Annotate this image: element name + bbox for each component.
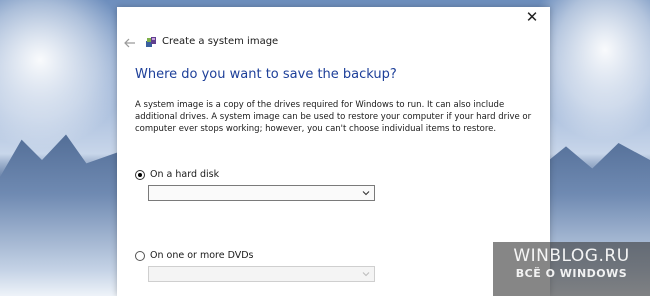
- page-heading: Where do you want to save the backup?: [135, 67, 397, 82]
- mountain-left: [0, 134, 120, 296]
- back-button[interactable]: [123, 35, 137, 49]
- description-text: A system image is a copy of the drives r…: [135, 100, 532, 134]
- arrow-left-icon: [124, 38, 135, 48]
- dvds-radio[interactable]: [135, 250, 145, 261]
- dvds-label: On one or more DVDs: [150, 250, 254, 261]
- system-image-window: ✕ Create a system image Where do you wan…: [117, 7, 550, 296]
- close-button[interactable]: ✕: [524, 9, 540, 25]
- hard-disk-label: On a hard disk: [150, 169, 220, 180]
- cloud-left: [0, 0, 130, 150]
- hard-disk-option[interactable]: On a hard disk: [135, 169, 219, 180]
- dvds-option[interactable]: On one or more DVDs: [135, 250, 254, 261]
- chevron-down-icon: [362, 191, 370, 196]
- close-icon: ✕: [525, 8, 539, 26]
- hard-disk-dropdown[interactable]: [148, 185, 375, 201]
- chevron-down-icon: [362, 272, 370, 277]
- dvds-dropdown: [148, 266, 375, 282]
- window-title: Create a system image: [162, 36, 279, 47]
- system-image-icon: [146, 37, 156, 47]
- watermark-tagline: ВСЁ О WINDOWS: [515, 267, 628, 280]
- watermark-site-name: WINBLOG.RU: [513, 246, 630, 266]
- site-watermark: WINBLOG.RU ВСЁ О WINDOWS: [493, 242, 650, 296]
- hard-disk-radio[interactable]: [135, 169, 145, 180]
